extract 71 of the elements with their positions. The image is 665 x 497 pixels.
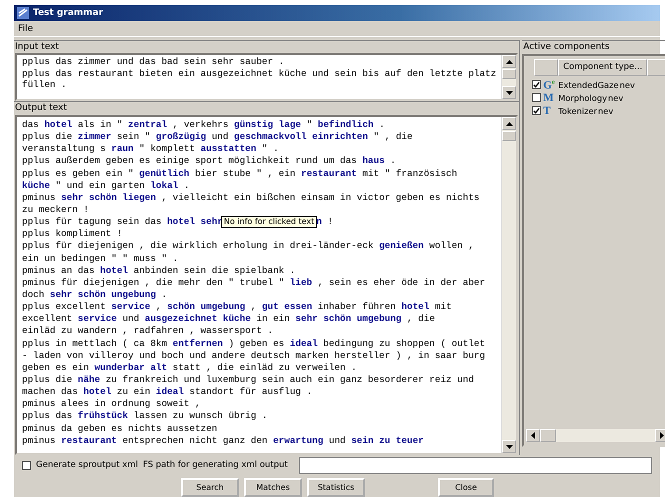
- text-line: excellent service und ausgezeichnet küche in ein sehr schön umgebung , die: [22, 313, 436, 326]
- component-icon: T: [543, 104, 556, 116]
- text-line: pminus da geben es nichts aussetzen: [22, 422, 218, 435]
- scroll-thumb[interactable]: [502, 69, 516, 79]
- tooltip: No info for clicked text: [220, 216, 318, 228]
- table-cell: Tokenizer: [558, 106, 598, 116]
- text-line: pminus alees in ordnung soweit ,: [22, 398, 202, 410]
- right-arrow-icon[interactable]: [660, 432, 664, 439]
- text-line: - laden von villeroy und boch und andere deutsch marken hersteller ) , in saar burg: [22, 350, 486, 362]
- text-line: pminus für diejenigen , die mehr den " trubel " lieb , sein es eher öde in der aber: [22, 276, 486, 289]
- section-label: Output text: [14, 101, 520, 114]
- window-title: Test grammar: [33, 8, 104, 18]
- text-line: veranstaltung s raun " komplett ausstatten " .: [22, 143, 280, 156]
- action-button[interactable]: Search: [181, 478, 239, 497]
- app-icon: [17, 7, 29, 19]
- up-arrow-icon[interactable]: [506, 122, 513, 126]
- table-cell: nev: [620, 80, 635, 90]
- component-icon: G$^{e}$: [543, 78, 556, 92]
- close-button[interactable]: Close: [438, 478, 494, 497]
- text-line: pplus die zimmer sein " großzügig und geschmackvoll einrichten " , die: [22, 131, 414, 144]
- text-line: pplus es geben ein " genütlich bier stube " , ein restaurant mit " französisch: [22, 168, 458, 180]
- column-header[interactable]: Component type...: [558, 59, 648, 76]
- text-line: füllen .: [22, 79, 68, 90]
- text-line: pplus für diejenigen , die wirklich erholung in drei-länder-eck genießen wollen ,: [22, 240, 475, 253]
- text-line: pplus außerdem geben es einige sport möglichkeit rund um das haus .: [22, 155, 397, 168]
- down-arrow-icon[interactable]: [506, 444, 513, 448]
- down-arrow-icon[interactable]: [506, 90, 513, 94]
- table-cell: ExtendedGaze: [558, 80, 619, 90]
- text-line: doch sehr schön ungebung .: [22, 288, 168, 302]
- text-line: küche " und ein garten lokal .: [22, 180, 190, 192]
- text-line: pminus sehr schön liegen , vielleicht ein bißchen einsam in victor geben es nichts: [22, 192, 480, 204]
- text-line: pplus excellent service , schön umgebung , gut essen inhaber führen hotel mit: [22, 301, 453, 314]
- input-field[interactable]: pplus das zimmer und das bad sein sehr sauber . pplus das restaurant bieten ein ausgezeichnet küche und sein bis auf den letzte platz füllen .: [15, 53, 518, 101]
- text-line: pplus das restaurant bieten ein ausgezeichnet küche und sein bis auf den letzte platz: [22, 68, 496, 79]
- up-arrow-icon[interactable]: [506, 60, 513, 64]
- left-arrow-icon[interactable]: [531, 432, 536, 439]
- input-field[interactable]: [298, 456, 652, 474]
- text-line: ein un bedingen " " muss " .: [22, 252, 180, 265]
- component-icon: M: [543, 92, 556, 104]
- text-line: machen das hotel zu ein ideal standort für ausflug .: [22, 386, 314, 398]
- field-label: FS path for generating xml output: [142, 460, 288, 470]
- text-line: das hotel als in " zentral , verkehrs günstig lage " befindlich .: [22, 119, 386, 132]
- text-line: n !: [316, 216, 334, 228]
- table-cell: nev: [608, 92, 624, 102]
- action-button[interactable]: Matches: [244, 478, 302, 497]
- checkbox[interactable]: [22, 460, 31, 470]
- table-cell: nev: [598, 106, 614, 116]
- text-line: geben es ein wunderbar alt statt , die einläd zu verweilen .: [22, 362, 358, 374]
- text-line: pplus das zimmer und das bad sein sehr sauber .: [22, 56, 286, 68]
- scrollbar[interactable]: [501, 117, 516, 453]
- scrollbar[interactable]: [501, 55, 516, 99]
- text-line: pminus an das hotel anbinden sein die spielbank .: [22, 264, 296, 277]
- table-cell: Morphology: [558, 92, 608, 102]
- text-line: pplus für tagung sein das hotel sehr: [22, 216, 223, 228]
- text-line: pplus das frühstück lassen zu wunsch übrig .: [22, 410, 268, 423]
- checkbox[interactable]: [532, 80, 542, 89]
- action-button[interactable]: Statistics: [307, 478, 365, 497]
- scrollbar[interactable]: [526, 429, 665, 442]
- text-line: pplus in mettlach ( ca 8km entfernen ) geben es ideal bedingung zu shoppen ( outlet: [22, 338, 486, 350]
- menu-item[interactable]: File: [18, 24, 34, 34]
- section-label: Active components: [522, 40, 665, 53]
- checkbox[interactable]: [532, 106, 542, 115]
- checkbox[interactable]: [532, 93, 542, 102]
- text-line: einläd zu wandern , radfahren , wassersport .: [22, 325, 274, 338]
- text-line: pminus restaurant entsprechen nicht ganz den erwartung und sein zu teuer: [22, 434, 425, 447]
- text-line: zu meckern !: [22, 204, 90, 216]
- text-line: pplus die nähe zu frankreich und luxemburg sein auch ein ganz besorderer reiz und: [22, 374, 475, 386]
- text-line: pplus kompliment !: [22, 228, 124, 240]
- scroll-thumb[interactable]: [502, 131, 516, 141]
- scroll-thumb[interactable]: [540, 429, 556, 442]
- checkbox-label: Generate sproutput xml: [36, 460, 138, 470]
